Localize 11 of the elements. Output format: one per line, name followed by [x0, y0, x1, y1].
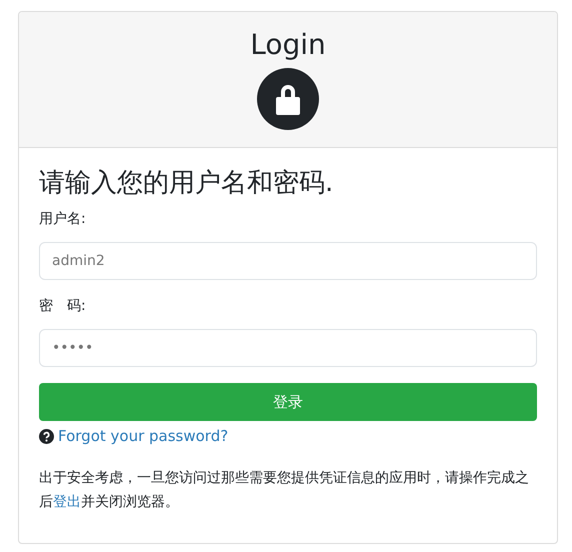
field-label: 用户名:	[39, 210, 86, 230]
logout-link[interactable]: 登出	[53, 494, 81, 510]
login-title: Login	[249, 28, 327, 62]
security-notice: 出于安全考虑，一旦您访问过那些需要您提供凭证信息的应用时，请操作完成之后登出并关闭浏览器。	[39, 468, 530, 512]
input-field[interactable]: admin2	[39, 242, 537, 280]
help-icon	[39, 428, 54, 444]
prompt-heading: 请输入您的用户名和密码.	[39, 168, 334, 200]
input-field[interactable]: •••••	[39, 329, 537, 368]
login-button[interactable]: 登录	[39, 383, 537, 422]
field-label: 密 码:	[39, 297, 86, 316]
forgot-password-link[interactable]: Forgot your password?	[58, 425, 228, 448]
